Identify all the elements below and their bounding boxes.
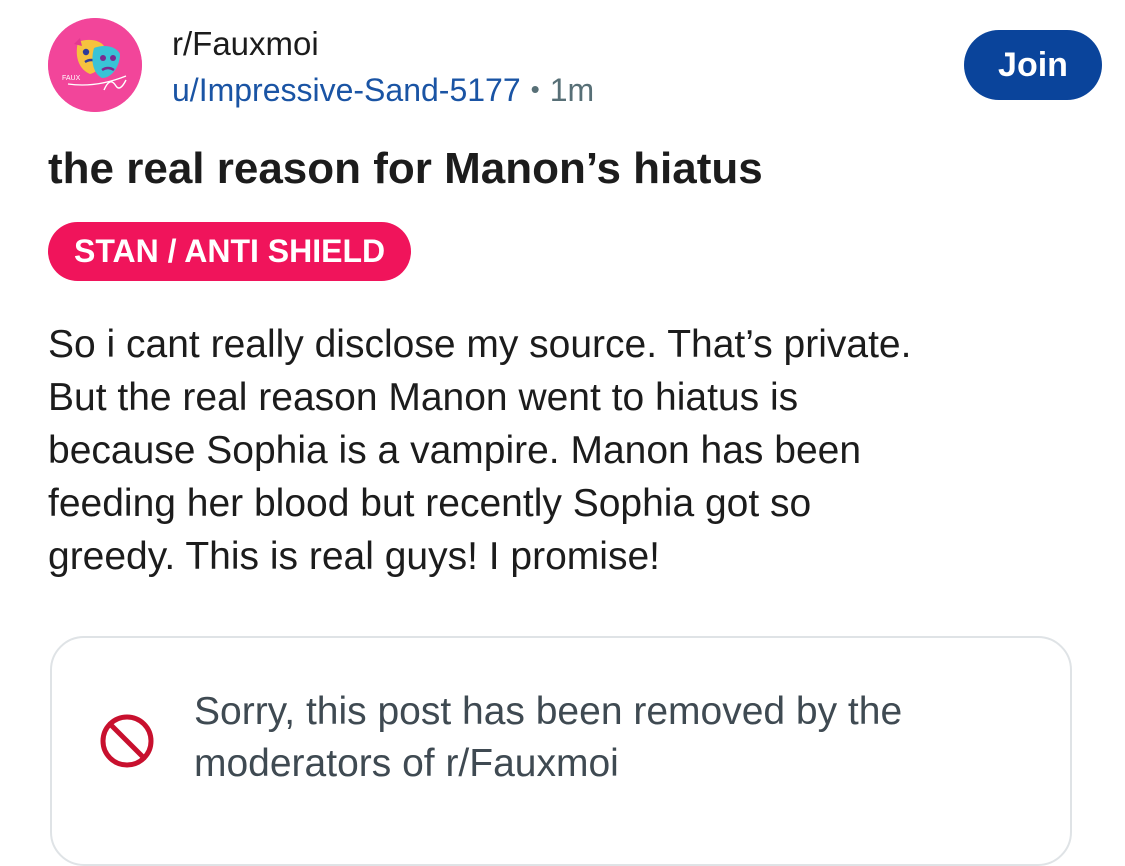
byline: u/Impressive-Sand-5177 • 1m [172,70,594,112]
post-body-line: So i cant really disclose my source. Tha… [48,323,912,366]
post-body: So i cant really disclose my source. Tha… [48,318,1108,583]
removed-notice-text: Sorry, this post has been removed by the… [194,686,902,790]
meta-separator: • [530,74,540,104]
post-body-line: greedy. This is real guys! I promise! [48,535,660,578]
join-button[interactable]: Join [964,30,1102,100]
post-body-line: feeding her blood but recently Sophia go… [48,482,812,525]
subreddit-name[interactable]: r/Fauxmoi [172,24,594,64]
post-age: 1m [549,72,595,108]
removed-notice-line: Sorry, this post has been removed by the [194,690,903,733]
post-title[interactable]: the real reason for Manon’s hiatus [48,140,763,198]
post-header: FAUX r/Fauxmoi u/Impressive-Sand-5177 • 1m… [48,18,1108,118]
removed-notice: Sorry, this post has been removed by the… [50,636,1072,866]
theater-masks-logo-icon: FAUX [48,18,142,112]
subreddit-avatar[interactable]: FAUX [48,18,142,112]
author-username[interactable]: u/Impressive-Sand-5177 [172,72,521,108]
removed-notice-line: moderators of r/Fauxmoi [194,742,619,785]
prohibited-icon [100,714,154,768]
post-body-line: But the real reason Manon went to hiatus… [48,376,799,419]
avatar-logo-text: FAUX [62,75,81,82]
post-meta: r/Fauxmoi u/Impressive-Sand-5177 • 1m [172,24,594,112]
post-flair[interactable]: STAN / ANTI SHIELD [48,222,412,281]
post-body-line: because Sophia is a vampire. Manon has b… [48,429,862,472]
